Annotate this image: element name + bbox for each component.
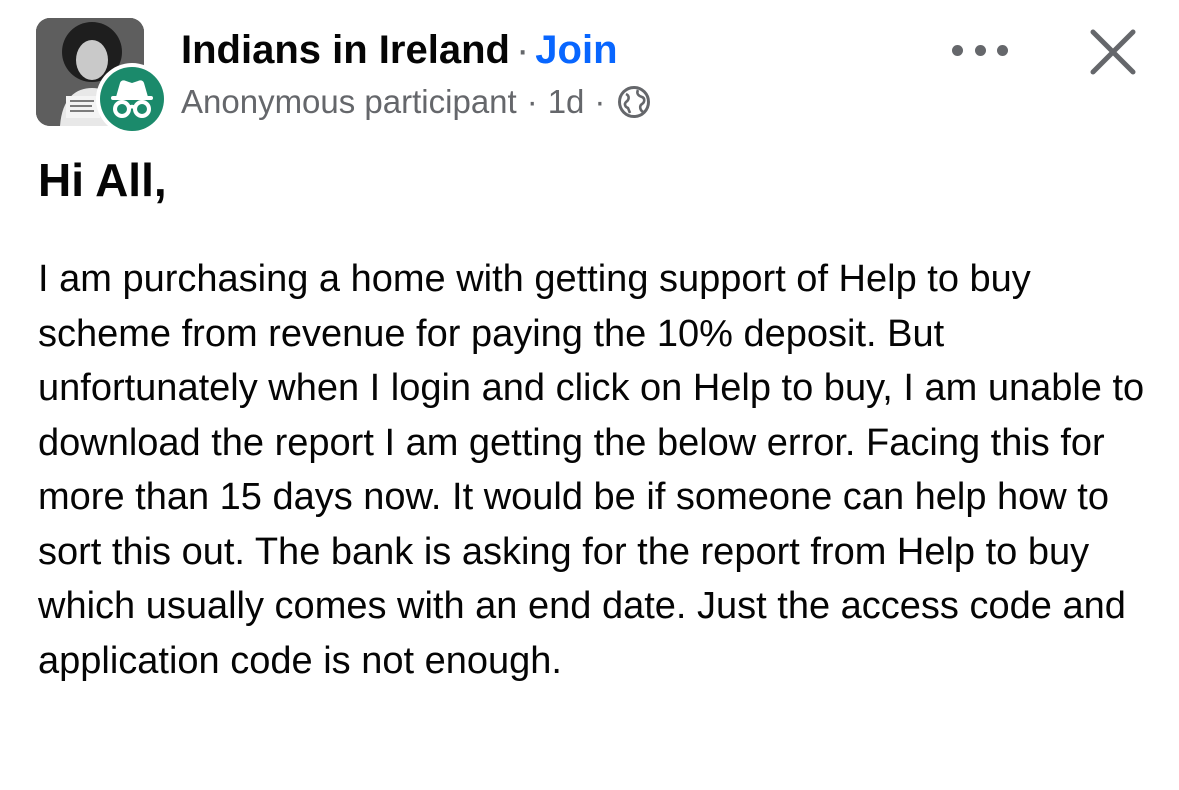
timestamp[interactable]: 1d [548, 80, 585, 124]
anonymous-incognito-icon [111, 80, 153, 118]
separator-dot: · [594, 83, 606, 120]
more-options-icon[interactable] [952, 36, 1008, 64]
group-name[interactable]: Indians in Ireland [181, 28, 510, 72]
author-name[interactable]: Anonymous participant [181, 80, 517, 124]
separator-dot: · [526, 83, 538, 120]
close-icon[interactable] [1088, 27, 1138, 77]
post-header: Indians in Ireland · Join Anonymous partic… [0, 0, 1179, 140]
separator-dot: · [515, 28, 530, 72]
globe-icon [617, 85, 651, 119]
post-meta: Anonymous participant · 1d · [181, 80, 651, 124]
group-title-line: Indians in Ireland · Join [181, 25, 618, 75]
anonymous-badge [96, 63, 168, 135]
join-button[interactable]: Join [535, 28, 617, 72]
post-body-text: I am purchasing a home with getting supp… [38, 258, 1145, 682]
post-greeting: Hi All, [38, 154, 167, 206]
